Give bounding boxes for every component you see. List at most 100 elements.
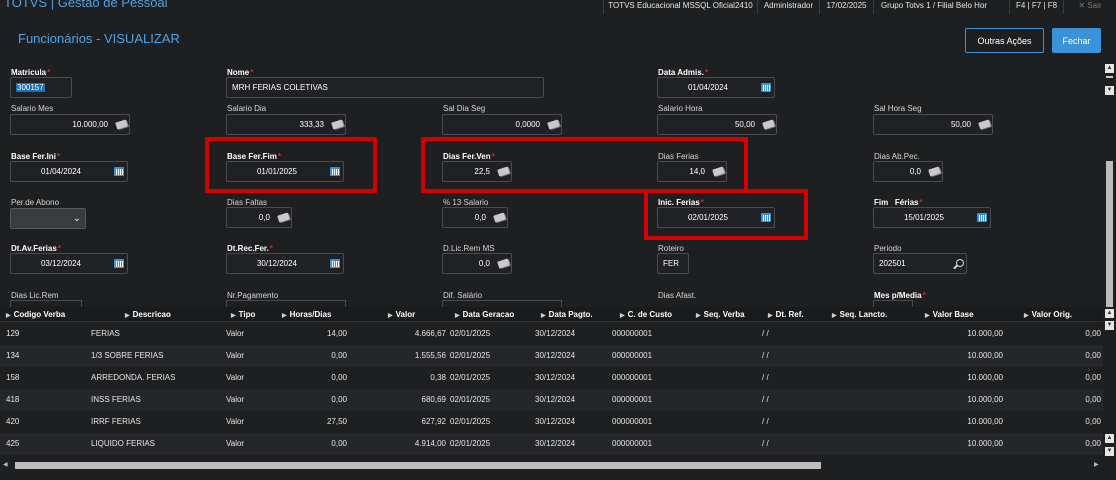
dt-av-ferias-field[interactable]: 03/12/2024 (10, 253, 128, 274)
user-info: Administrador (757, 0, 819, 14)
table-row[interactable]: 134 1/3 SOBRE FERIAS Valor 0,00 1.555,56 02/0… (0, 345, 1103, 367)
cell-tipo: Valor (226, 329, 245, 338)
cell-valor: 4.666,67 (414, 329, 446, 338)
fim-ferias-field[interactable]: 15/01/2025 (873, 207, 991, 228)
scroll-up-icon[interactable]: ▲ (1105, 309, 1114, 318)
required-marker: * (277, 152, 281, 161)
calendar-icon[interactable] (974, 208, 990, 227)
cell-data-geracao: 02/01/2025 (450, 351, 491, 360)
scroll-up-icon[interactable]: ▲ (1105, 434, 1114, 443)
inic-ferias-field[interactable]: 02/01/2025 (657, 207, 775, 228)
hscroll-thumb[interactable] (15, 462, 821, 469)
other-actions-button[interactable]: Outras Ações (965, 28, 1044, 53)
scroll-down-icon[interactable]: ▼ (1105, 86, 1114, 95)
cell-c-de-custo: 000000001 (612, 351, 653, 360)
money-icon (710, 162, 726, 181)
base-fer-ini-field[interactable]: 01/04/2024 (10, 161, 128, 182)
money-icon (495, 254, 511, 273)
d-lic-rem-ms-field[interactable]: 0,0 (442, 253, 512, 274)
periodo-field[interactable]: 202501 (873, 253, 967, 274)
pct-13-salario-field[interactable]: 0,0 (442, 207, 508, 228)
calendar-icon[interactable] (327, 162, 343, 181)
per-abono-select[interactable]: ⌄ (10, 208, 86, 229)
dias-faltas-field[interactable]: 0,0 (226, 207, 292, 228)
col-tipo[interactable]: ▶ Tipo (231, 307, 255, 322)
calendar-icon[interactable] (758, 208, 774, 227)
col-data-geracao[interactable]: ▶ Data Geracao (455, 307, 514, 322)
cell-data-pagto: 30/12/2024 (535, 395, 576, 404)
table-scrollbar[interactable]: ▲ ▼ ▲ ▼ (1104, 307, 1115, 470)
money-icon (491, 208, 507, 227)
sal-dia-seg-value: 0,0000 (515, 120, 540, 129)
base-fer-fim-value: 01/01/2025 (256, 167, 298, 176)
calendar-icon[interactable] (327, 254, 343, 273)
sal-dia-seg-field[interactable]: 0,0000 (442, 114, 562, 135)
scroll-down-icon[interactable]: ▼ (1105, 321, 1114, 330)
cell-dt-ref: / / (762, 417, 769, 426)
nr-pagamento-label: Nr.Pagamento (227, 291, 279, 300)
col-dt-ref[interactable]: ▶ Dt. Ref. (768, 307, 804, 322)
matricula-field[interactable]: 300157 (10, 77, 72, 98)
col-seq-verba[interactable]: ▶ Seq. Verba (696, 307, 745, 322)
cell-valor-orig: 0,00 (1085, 417, 1101, 426)
matricula-value: 300157 (16, 83, 45, 92)
cell-codigo-verba: 420 (6, 417, 20, 426)
base-fer-fim-field[interactable]: 01/01/2025 (226, 161, 344, 182)
table-row[interactable]: 158 ARREDONDA. FERIAS Valor 0,00 0,38 02/01/2… (0, 367, 1103, 389)
col-valor-orig[interactable]: ▶ Valor Orig. (1024, 307, 1072, 322)
dias-fer-ven-label: Dias Fer.Ven* (443, 152, 495, 161)
nome-field[interactable]: MRH FERIAS COLETIVAS (226, 77, 544, 98)
dias-fer-ven-field[interactable]: 22,5 (442, 161, 512, 182)
scroll-thumb[interactable] (1106, 76, 1113, 78)
scroll-down-icon[interactable]: ▼ (1105, 447, 1114, 456)
table-row[interactable]: 425 LIQUIDO FERIAS Valor 0,00 4.914,00 02/01/… (0, 433, 1103, 455)
cell-c-de-custo: 000000001 (612, 329, 653, 338)
dias-ferias-field[interactable]: 14,0 (657, 161, 727, 182)
cell-data-pagto: 30/12/2024 (535, 417, 576, 426)
exit-button[interactable]: ✕ Sair (1063, 0, 1116, 14)
salario-mes-field[interactable]: 10.000,00 (10, 114, 130, 135)
calendar-icon[interactable] (758, 78, 774, 97)
roteiro-field[interactable]: FER (657, 253, 689, 274)
close-button[interactable]: Fechar (1052, 28, 1101, 53)
col-valor[interactable]: ▶ Valor (388, 307, 415, 322)
scroll-right-icon[interactable]: ▶ (1094, 462, 1102, 469)
search-icon[interactable] (950, 254, 966, 273)
calendar-icon[interactable] (111, 162, 127, 181)
cell-valor: 0,38 (430, 373, 446, 382)
dt-rec-fer-label: Dt.Rec.Fer.* (227, 244, 273, 253)
required-marker: * (919, 198, 923, 207)
scroll-track-thumb[interactable] (1106, 161, 1113, 311)
col-data-pagto[interactable]: ▶ Data Pagto. (541, 307, 593, 322)
calendar-icon[interactable] (111, 254, 127, 273)
exit-label: Sair (1087, 1, 1102, 10)
col-seq-lancto[interactable]: ▶ Seq. Lancto. (832, 307, 887, 322)
scroll-left-icon[interactable]: ◀ (3, 462, 11, 469)
table-row[interactable]: 129 FERIAS Valor 14,00 4.666,67 02/01/2025 30/… (0, 323, 1103, 345)
col-valor-base[interactable]: ▶ Valor Base (925, 307, 974, 322)
d-lic-rem-ms-label: D.Lic.Rem MS (443, 244, 495, 253)
salario-dia-field[interactable]: 333,33 (226, 114, 346, 135)
table-row[interactable]: 418 INSS FERIAS Valor 0,00 680,69 02/01/2025 3… (0, 389, 1103, 411)
col-descricao[interactable]: ▶ Descricao (125, 307, 171, 322)
money-icon (275, 208, 291, 227)
cell-codigo-verba: 418 (6, 395, 20, 404)
dias-ab-pec-field[interactable]: 0,0 (873, 161, 943, 182)
col-horas-dias[interactable]: ▶ Horas/Dias (282, 307, 331, 322)
shortcut-keys[interactable]: F4 | F7 | F8 (1009, 0, 1063, 14)
cell-dt-ref: / / (762, 329, 769, 338)
dt-rec-fer-field[interactable]: 30/12/2024 (226, 253, 344, 274)
scroll-up-icon[interactable]: ▲ (1105, 64, 1114, 73)
salario-hora-field[interactable]: 50,00 (657, 114, 777, 135)
table-row[interactable]: 420 IRRF FERIAS Valor 27,50 627,92 02/01/2025… (0, 411, 1103, 433)
sal-hora-seg-field[interactable]: 50,00 (873, 114, 993, 135)
col-codigo-verba[interactable]: ▶ Codigo Verba (6, 307, 65, 322)
sal-dia-seg-label: Sal Dia Seg (443, 104, 486, 113)
required-marker: * (269, 244, 273, 253)
cell-descricao: LIQUIDO FERIAS (91, 439, 156, 448)
data-admis-field[interactable]: 01/04/2024 (657, 77, 775, 98)
table-hscrollbar[interactable]: ◀ ▶ (0, 460, 1116, 471)
form-scrollbar[interactable]: ▲ ▼ (1104, 62, 1115, 311)
col-c-de-custo[interactable]: ▶ C. de Custo (620, 307, 672, 322)
money-icon (760, 115, 776, 134)
